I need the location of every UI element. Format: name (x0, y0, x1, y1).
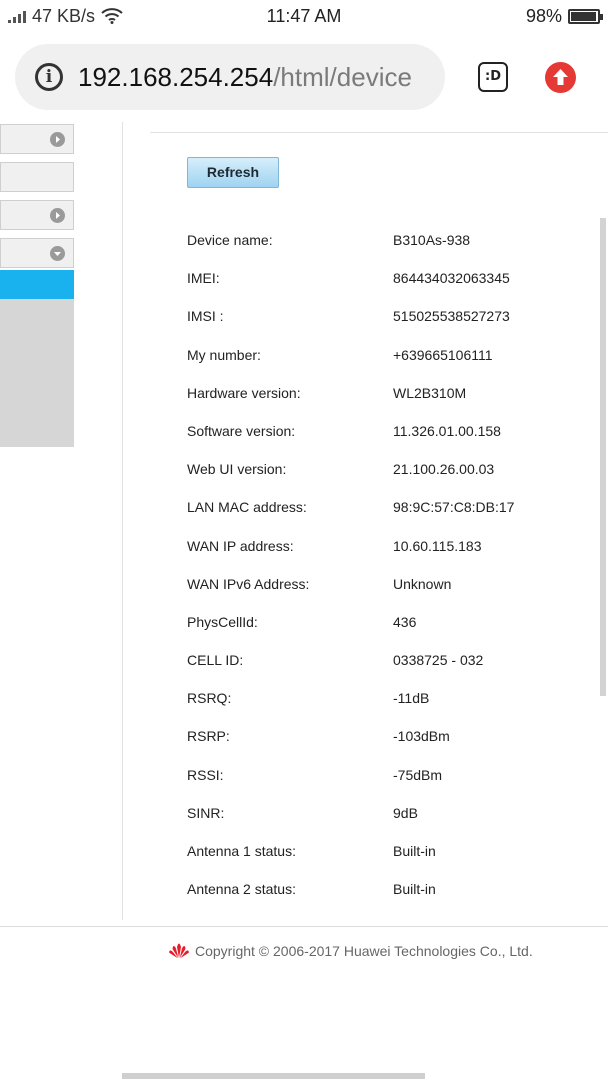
footer: Copyright © 2006-2017 Huawei Technologie… (168, 940, 533, 962)
info-row: IMSI : 515025538527273 (187, 297, 587, 335)
info-row: WAN IPv6 Address: Unknown (187, 565, 587, 603)
footer-divider (0, 926, 608, 927)
copyright-text: Copyright © 2006-2017 Huawei Technologie… (195, 943, 533, 959)
info-label: RSRP: (187, 728, 230, 745)
info-value: 0338725 - 032 (393, 652, 484, 669)
huawei-logo-icon (169, 943, 189, 959)
info-label: PhysCellId: (187, 613, 258, 630)
chevron-down-icon (50, 246, 65, 261)
clock: 11:47 AM (266, 6, 342, 26)
horizontal-scrollbar[interactable] (122, 1073, 425, 1079)
info-row: Software version: 11.326.01.00.158 (187, 412, 587, 450)
info-label: Hardware version: (187, 384, 301, 401)
chevron-right-icon (50, 208, 65, 223)
info-value: Unknown (393, 575, 452, 592)
info-row: My number: +639665106111 (187, 336, 587, 374)
info-label: SINR: (187, 804, 225, 821)
sidebar-item-3[interactable] (0, 200, 74, 230)
info-row: PhysCellId: 436 (187, 603, 587, 641)
status-right: 98% (525, 4, 603, 28)
info-row: RSRP: -103dBm (187, 717, 587, 755)
info-row: Web UI version: 21.100.26.00.03 (187, 450, 587, 488)
info-row: SINR: 9dB (187, 794, 587, 832)
info-value: 98:9C:57:C8:DB:17 (393, 499, 515, 516)
battery-percent: 98% (525, 5, 562, 26)
info-row: Antenna 2 status: Built-in (187, 870, 587, 908)
info-label: Antenna 1 status: (187, 843, 296, 859)
device-info-list: Device name: B310As-938 IMEI: 8644340320633… (187, 221, 587, 908)
info-label: CELL ID: (187, 652, 244, 669)
info-label: WAN IP address: (187, 537, 294, 554)
info-label: Web UI version: (187, 461, 287, 478)
info-value: WL2B310M (393, 384, 467, 401)
update-icon[interactable] (545, 62, 576, 93)
sidebar-item-4[interactable] (0, 238, 74, 268)
info-value: 21.100.26.00.03 (393, 461, 495, 478)
info-value: 9dB (393, 804, 418, 821)
info-value: 436 (393, 613, 417, 630)
info-icon[interactable]: i (35, 63, 63, 91)
info-value: -103dBm (393, 728, 450, 745)
info-value: 864434032063345 (393, 270, 510, 287)
info-value: Built-in (393, 843, 436, 859)
battery-icon (568, 8, 603, 24)
info-value: +639665106111 (393, 346, 493, 363)
info-value: B310As-938 (393, 232, 471, 248)
extension-icon[interactable]: :D (478, 62, 508, 92)
status-bar: 47 KB/s 11:47 AM 98% (0, 0, 608, 32)
info-row: IMEI: 864434032063345 (187, 259, 587, 297)
info-value: Built-in (393, 881, 436, 898)
info-label: IMEI: (187, 270, 220, 287)
info-row: Hardware version: WL2B310M (187, 374, 587, 412)
content-divider (122, 122, 123, 920)
info-row: LAN MAC address: 98:9C:57:C8:DB:17 (187, 488, 587, 526)
info-row: RSSI: -75dBm (187, 756, 587, 794)
url-field[interactable]: 192.168.254.254/html/device (78, 60, 430, 94)
info-row: RSRQ: -11dB (187, 679, 587, 717)
sidebar-subitem-active[interactable] (0, 270, 74, 299)
sidebar-item-1[interactable] (0, 124, 74, 154)
info-label: RSSI: (187, 766, 224, 783)
url-host: 192.168.254.254 (78, 62, 274, 92)
sidebar-item-2[interactable] (0, 162, 74, 192)
info-row: Device name: B310As-938 (187, 221, 587, 259)
info-value: 515025538527273 (393, 308, 510, 325)
chevron-right-icon (50, 132, 65, 147)
info-label: Antenna 2 status: (187, 881, 296, 898)
info-value: 11.326.01.00.158 (393, 422, 501, 439)
info-row: WAN IP address: 10.60.115.183 (187, 527, 587, 565)
info-label: Device name: (187, 232, 273, 248)
info-label: My number: (187, 346, 261, 363)
content-top-divider (150, 132, 608, 133)
vertical-scrollbar[interactable] (600, 218, 606, 696)
info-value: -11dB (393, 690, 430, 707)
info-label: Software version: (187, 422, 296, 439)
info-label: LAN MAC address: (187, 499, 307, 516)
info-label: IMSI : (187, 308, 224, 325)
info-value: 10.60.115.183 (393, 537, 482, 554)
address-bar[interactable]: i 192.168.254.254/html/device (15, 44, 445, 110)
url-path: /html/device (273, 62, 412, 92)
sidebar-submenu (0, 299, 74, 447)
info-label: WAN IPv6 Address: (187, 575, 310, 592)
info-row: Antenna 1 status: Built-in (187, 832, 587, 870)
info-value: -75dBm (393, 766, 443, 783)
info-label: RSRQ: (187, 690, 232, 707)
info-row: CELL ID: 0338725 - 032 (187, 641, 587, 679)
refresh-button[interactable]: Refresh (187, 157, 279, 188)
